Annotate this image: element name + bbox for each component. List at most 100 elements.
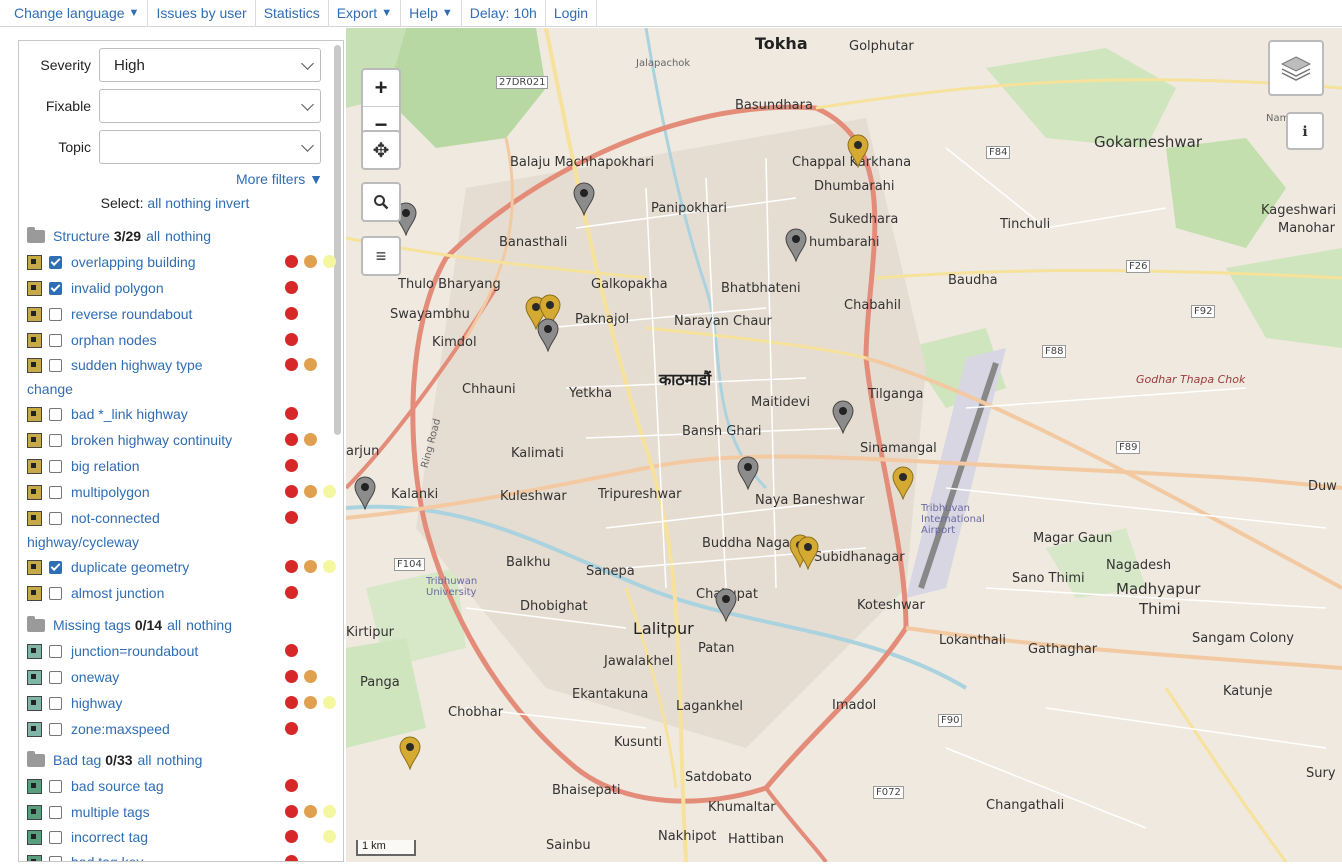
- group-missing-tags-nothing-link[interactable]: nothing: [186, 617, 232, 633]
- issue-checkbox[interactable]: [49, 779, 62, 793]
- map-marker-grey[interactable]: [737, 456, 759, 490]
- map-marker-grey[interactable]: [573, 182, 595, 216]
- issue-item-highway[interactable]: highway: [27, 691, 336, 715]
- issue-checkbox[interactable]: [49, 358, 62, 372]
- select-all-link[interactable]: all: [147, 195, 161, 211]
- map-marker-grey[interactable]: [785, 228, 807, 262]
- issues-by-user-link[interactable]: Issues by user: [148, 0, 256, 27]
- map-base-layer: [346, 28, 1342, 862]
- map-marker-yellow[interactable]: [847, 134, 869, 168]
- issue-checkbox[interactable]: [49, 805, 62, 819]
- issue-checkbox[interactable]: [49, 511, 62, 525]
- issue-type-icon: [27, 643, 42, 659]
- issue-item-multiple-tags[interactable]: multiple tags: [27, 800, 336, 824]
- map-marker-grey[interactable]: [715, 588, 737, 622]
- issue-checkbox[interactable]: [49, 407, 62, 421]
- issue-item-bad-link-highway[interactable]: bad *_link highway: [27, 402, 327, 426]
- issue-checkbox[interactable]: [49, 586, 62, 600]
- group-bad-tag[interactable]: Bad tag 0/33 all nothing: [27, 750, 203, 768]
- issue-checkbox[interactable]: [49, 459, 62, 473]
- issue-checkbox[interactable]: [49, 485, 62, 499]
- severity-select[interactable]: High: [99, 48, 321, 82]
- issue-item-overlapping-building[interactable]: overlapping building: [27, 250, 336, 274]
- help-menu[interactable]: Help ▼: [401, 0, 462, 27]
- group-missing-tags-all-link[interactable]: all: [167, 617, 181, 633]
- issue-item-sudden-highway-type-change[interactable]: sudden highway type: [27, 353, 327, 377]
- issue-item-orphan-nodes[interactable]: orphan nodes: [27, 328, 327, 352]
- statistics-link[interactable]: Statistics: [256, 0, 329, 27]
- group-structure[interactable]: Structure 3/29 all nothing: [27, 226, 211, 244]
- map-label-road-f88: F88: [1042, 345, 1067, 358]
- group-bad-tag-nothing-link[interactable]: nothing: [157, 752, 203, 768]
- issue-type-icon: [27, 778, 42, 794]
- issue-item-broken-highway-continuity[interactable]: broken highway continuity: [27, 428, 327, 452]
- layers-button[interactable]: [1268, 40, 1324, 96]
- hamburger-icon: ≡: [375, 245, 387, 266]
- zoom-in-button[interactable]: +: [363, 70, 399, 106]
- issue-checkbox[interactable]: [49, 255, 62, 269]
- group-structure-all-link[interactable]: all: [146, 228, 160, 244]
- select-invert-link[interactable]: invert: [215, 195, 249, 211]
- issue-checkbox[interactable]: [49, 307, 62, 321]
- issue-item-not-connected[interactable]: not-connected: [27, 506, 327, 530]
- map-label-paknajol: Paknajol: [575, 312, 630, 327]
- map-marker-grey[interactable]: [537, 318, 559, 352]
- issue-item-reverse-roundabout[interactable]: reverse roundabout: [27, 302, 327, 326]
- issue-item-invalid-polygon[interactable]: invalid polygon: [27, 276, 327, 300]
- issue-checkbox[interactable]: [49, 433, 62, 447]
- map-label-sanepa: Sanepa: [586, 564, 635, 579]
- login-link[interactable]: Login: [546, 0, 598, 27]
- issue-checkbox[interactable]: [49, 644, 62, 658]
- map-marker-yellow[interactable]: [797, 536, 819, 570]
- severity-high-dot: [285, 281, 298, 294]
- issue-checkbox[interactable]: [49, 830, 62, 844]
- map-label-kusunti: Kusunti: [614, 735, 663, 750]
- fixable-select[interactable]: [99, 89, 321, 123]
- issue-item-duplicate-geometry[interactable]: duplicate geometry: [27, 555, 336, 579]
- issue-item-bad-tag-key[interactable]: bad tag key: [27, 850, 327, 861]
- search-button[interactable]: [361, 182, 401, 222]
- panel-scrollbar[interactable]: [334, 45, 341, 435]
- issue-item-bad-source-tag[interactable]: bad source tag: [27, 774, 327, 798]
- group-structure-nothing-link[interactable]: nothing: [165, 228, 211, 244]
- severity-high-dot: [285, 433, 298, 446]
- topic-select[interactable]: [99, 130, 321, 164]
- issue-checkbox[interactable]: [49, 696, 62, 710]
- move-arrows-icon: ✥: [372, 139, 390, 162]
- menu-button[interactable]: ≡: [361, 236, 401, 276]
- change-language-menu[interactable]: Change language ▼: [6, 0, 149, 27]
- group-missing-tags[interactable]: Missing tags 0/14 all nothing: [27, 615, 232, 633]
- issue-checkbox[interactable]: [49, 855, 62, 861]
- issue-checkbox[interactable]: [49, 333, 62, 347]
- issue-item-oneway[interactable]: oneway: [27, 665, 327, 689]
- issue-item-big-relation[interactable]: big relation: [27, 454, 327, 478]
- severity-low-dot: [323, 805, 336, 818]
- map-label-tinchuli: Tinchuli: [1000, 217, 1051, 232]
- issue-checkbox[interactable]: [49, 560, 62, 574]
- map-label-tokha: Tokha: [755, 34, 808, 53]
- locate-button[interactable]: ✥: [361, 130, 401, 170]
- export-menu[interactable]: Export ▼: [329, 0, 402, 27]
- group-bad-tag-all-link[interactable]: all: [138, 752, 152, 768]
- map-marker-yellow[interactable]: [892, 466, 914, 500]
- issue-item-almost-junction[interactable]: almost junction: [27, 581, 327, 605]
- map-marker-grey[interactable]: [832, 400, 854, 434]
- more-filters-link[interactable]: More filters ▼: [236, 171, 323, 187]
- issue-type-icon: [27, 669, 42, 685]
- map-marker-yellow[interactable]: [399, 736, 421, 770]
- chevron-down-icon: [301, 139, 314, 152]
- map-label-changathali: Changathali: [986, 798, 1065, 813]
- issue-item-incorrect-tag[interactable]: incorrect tag: [27, 825, 336, 849]
- issue-item-multipolygon[interactable]: multipolygon: [27, 480, 336, 504]
- map-label-kuleshwar: Kuleshwar: [500, 489, 567, 504]
- issue-item-junction-roundabout[interactable]: junction=roundabout: [27, 639, 327, 663]
- issue-checkbox[interactable]: [49, 281, 62, 295]
- select-nothing-link[interactable]: nothing: [165, 195, 211, 211]
- issue-checkbox[interactable]: [49, 722, 62, 736]
- info-button[interactable]: ℹ: [1286, 112, 1324, 150]
- issue-item-zone-maxspeed[interactable]: zone:maxspeed: [27, 717, 327, 741]
- topic-label: Topic: [58, 139, 91, 155]
- issue-checkbox[interactable]: [49, 670, 62, 684]
- map-view[interactable]: Tokha Golphutar Jalapachok 27DR021 Basun…: [346, 28, 1342, 862]
- map-marker-grey[interactable]: [354, 476, 376, 510]
